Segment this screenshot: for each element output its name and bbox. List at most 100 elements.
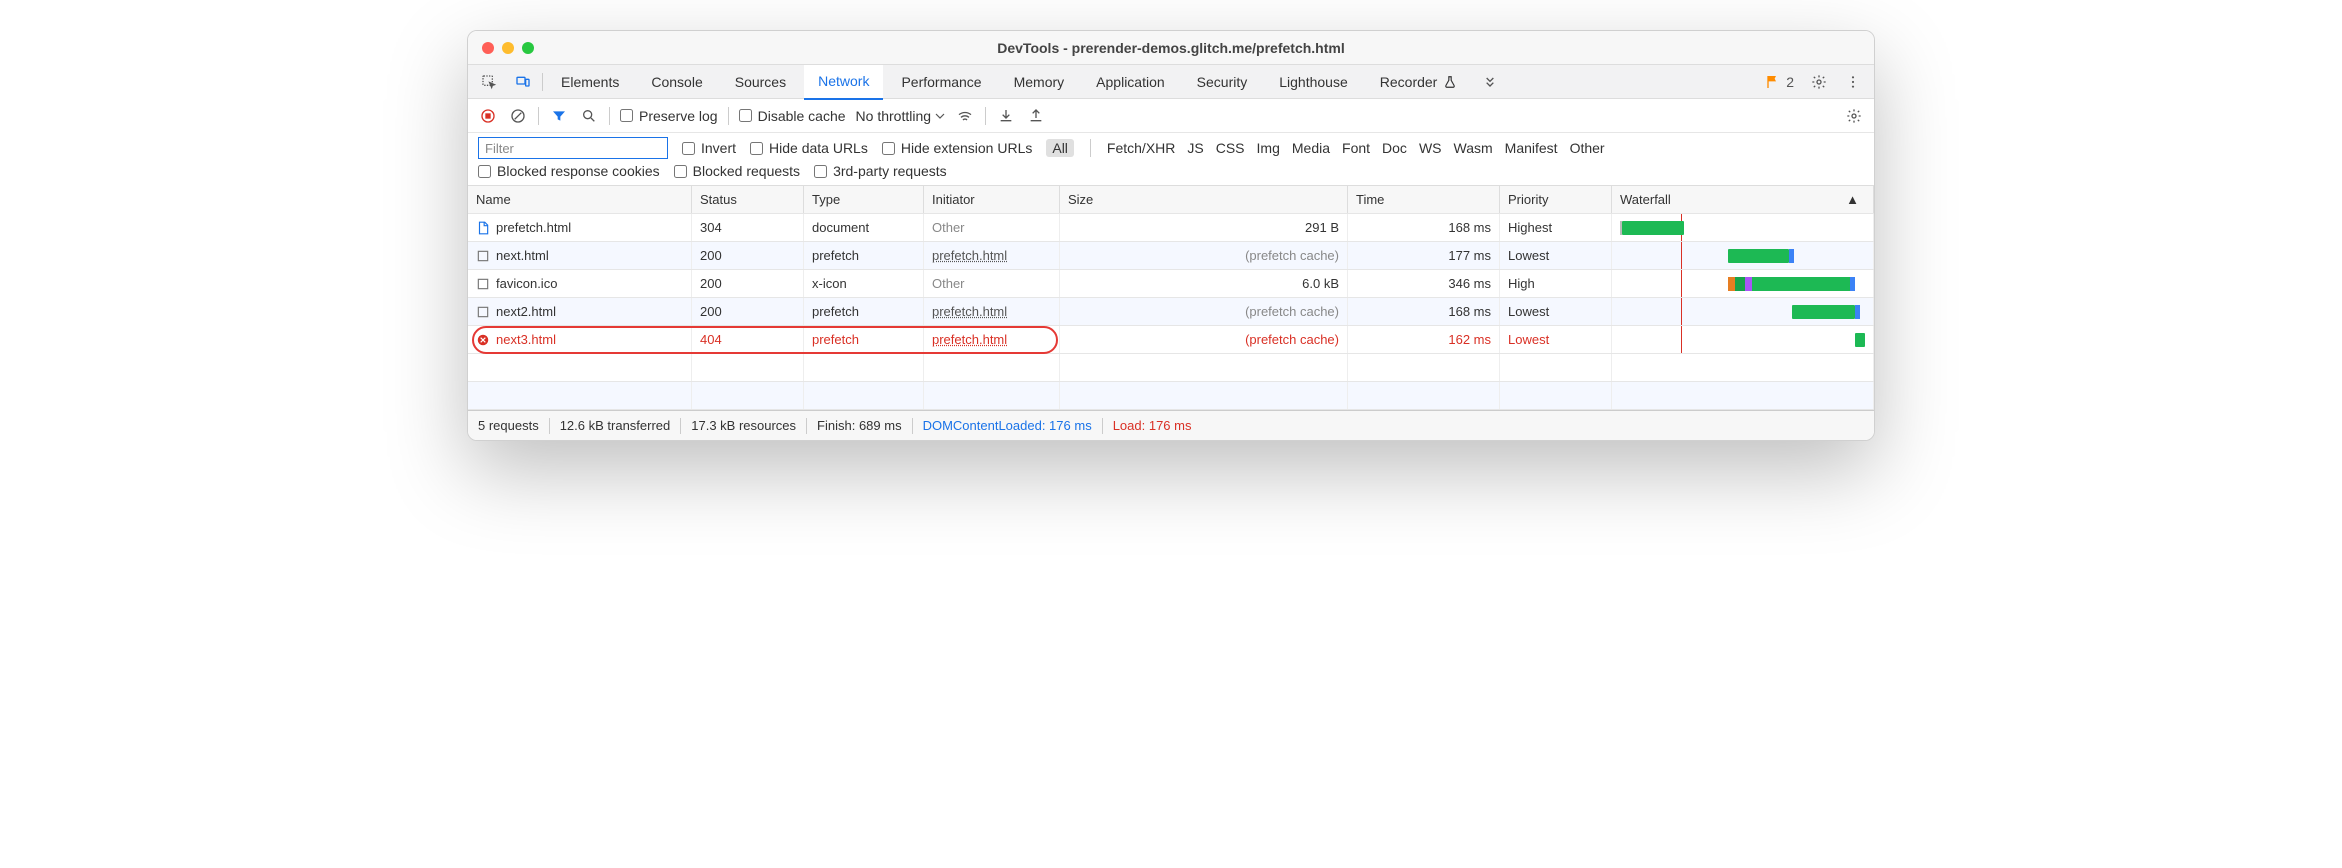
tab-network[interactable]: Network bbox=[804, 64, 883, 100]
network-table: Name Status Type Initiator Size Time Pri… bbox=[468, 186, 1874, 410]
filter-bar-2: Blocked response cookies Blocked request… bbox=[468, 163, 1874, 186]
request-initiator[interactable]: prefetch.html bbox=[924, 298, 1060, 325]
flask-icon bbox=[1443, 75, 1457, 89]
disable-cache-checkbox[interactable]: Disable cache bbox=[739, 108, 846, 124]
preserve-log-input[interactable] bbox=[620, 109, 633, 122]
settings-icon[interactable] bbox=[1804, 67, 1834, 97]
table-header: Name Status Type Initiator Size Time Pri… bbox=[468, 186, 1874, 214]
filter-type-js[interactable]: JS bbox=[1187, 140, 1203, 156]
disable-cache-input[interactable] bbox=[739, 109, 752, 122]
throttling-value: No throttling bbox=[856, 108, 931, 124]
col-waterfall[interactable]: Waterfall ▲ bbox=[1612, 186, 1874, 213]
filter-type-all[interactable]: All bbox=[1046, 139, 1074, 157]
divider bbox=[1090, 139, 1091, 157]
preserve-log-label: Preserve log bbox=[639, 108, 718, 124]
hide-ext-urls-input[interactable] bbox=[882, 142, 895, 155]
filter-type-wasm[interactable]: Wasm bbox=[1454, 140, 1493, 156]
finish-time: Finish: 689 ms bbox=[817, 418, 902, 433]
request-time: 168 ms bbox=[1348, 214, 1500, 241]
filter-type-doc[interactable]: Doc bbox=[1382, 140, 1407, 156]
device-toolbar-icon[interactable] bbox=[508, 67, 538, 97]
col-time[interactable]: Time bbox=[1348, 186, 1500, 213]
panel-tabs: Elements Console Sources Network Perform… bbox=[468, 65, 1874, 99]
request-time: 162 ms bbox=[1348, 326, 1500, 353]
window-title: DevTools - prerender-demos.glitch.me/pre… bbox=[468, 40, 1874, 56]
filter-type-img[interactable]: Img bbox=[1257, 140, 1280, 156]
tab-performance[interactable]: Performance bbox=[887, 65, 995, 99]
col-size[interactable]: Size bbox=[1060, 186, 1348, 213]
kebab-menu-icon[interactable] bbox=[1838, 67, 1868, 97]
third-party-checkbox[interactable]: 3rd-party requests bbox=[814, 163, 947, 179]
invert-checkbox[interactable]: Invert bbox=[682, 140, 736, 156]
request-status: 304 bbox=[692, 214, 804, 241]
preserve-log-checkbox[interactable]: Preserve log bbox=[620, 108, 718, 124]
tab-lighthouse[interactable]: Lighthouse bbox=[1265, 65, 1362, 99]
network-conditions-icon[interactable] bbox=[955, 106, 975, 126]
blocked-response-cookies-checkbox[interactable]: Blocked response cookies bbox=[478, 163, 660, 179]
filter-type-other[interactable]: Other bbox=[1570, 140, 1605, 156]
sort-asc-icon: ▲ bbox=[1846, 192, 1859, 207]
table-row[interactable]: favicon.ico200x-iconOther6.0 kB346 msHig… bbox=[468, 270, 1874, 298]
divider bbox=[728, 107, 729, 125]
network-settings-icon[interactable] bbox=[1844, 106, 1864, 126]
hide-data-urls-checkbox[interactable]: Hide data URLs bbox=[750, 140, 868, 156]
square-icon bbox=[476, 305, 490, 319]
square-icon bbox=[476, 277, 490, 291]
import-har-icon[interactable] bbox=[996, 106, 1016, 126]
more-tabs-icon[interactable] bbox=[1475, 67, 1505, 97]
col-priority[interactable]: Priority bbox=[1500, 186, 1612, 213]
hide-data-urls-input[interactable] bbox=[750, 142, 763, 155]
tab-elements[interactable]: Elements bbox=[547, 65, 633, 99]
request-waterfall bbox=[1612, 298, 1874, 325]
tab-application[interactable]: Application bbox=[1082, 65, 1179, 99]
blocked-requests-checkbox[interactable]: Blocked requests bbox=[674, 163, 800, 179]
square-icon bbox=[476, 249, 490, 263]
table-row[interactable]: prefetch.html304documentOther291 B168 ms… bbox=[468, 214, 1874, 242]
inspect-icon[interactable] bbox=[474, 67, 504, 97]
filter-type-ws[interactable]: WS bbox=[1419, 140, 1442, 156]
tab-recorder[interactable]: Recorder bbox=[1366, 65, 1472, 99]
filter-type-manifest[interactable]: Manifest bbox=[1505, 140, 1558, 156]
col-name[interactable]: Name bbox=[468, 186, 692, 213]
blocked-response-cookies-label: Blocked response cookies bbox=[497, 163, 660, 179]
filter-type-font[interactable]: Font bbox=[1342, 140, 1370, 156]
tab-security[interactable]: Security bbox=[1183, 65, 1262, 99]
filter-type-fetch[interactable]: Fetch/XHR bbox=[1107, 140, 1175, 156]
request-priority: Lowest bbox=[1500, 326, 1612, 353]
filter-input[interactable] bbox=[478, 137, 668, 159]
export-har-icon[interactable] bbox=[1026, 106, 1046, 126]
divider bbox=[912, 418, 913, 434]
filter-type-css[interactable]: CSS bbox=[1216, 140, 1245, 156]
throttling-select[interactable]: No throttling bbox=[856, 108, 945, 124]
col-status[interactable]: Status bbox=[692, 186, 804, 213]
tab-sources[interactable]: Sources bbox=[721, 65, 800, 99]
hide-data-urls-label: Hide data URLs bbox=[769, 140, 868, 156]
table-row[interactable]: next3.html404prefetchprefetch.html(prefe… bbox=[468, 326, 1874, 354]
third-party-input[interactable] bbox=[814, 165, 827, 178]
invert-input[interactable] bbox=[682, 142, 695, 155]
table-row[interactable]: next.html200prefetchprefetch.html(prefet… bbox=[468, 242, 1874, 270]
hide-ext-urls-checkbox[interactable]: Hide extension URLs bbox=[882, 140, 1033, 156]
record-button[interactable] bbox=[478, 106, 498, 126]
request-initiator[interactable]: prefetch.html bbox=[924, 242, 1060, 269]
request-initiator[interactable]: prefetch.html bbox=[924, 326, 1060, 353]
warnings-badge[interactable]: 2 bbox=[1760, 74, 1800, 90]
search-icon[interactable] bbox=[579, 106, 599, 126]
tab-console[interactable]: Console bbox=[637, 65, 716, 99]
devtools-window: DevTools - prerender-demos.glitch.me/pre… bbox=[467, 30, 1875, 441]
divider bbox=[538, 107, 539, 125]
tab-memory[interactable]: Memory bbox=[1000, 65, 1079, 99]
filter-type-media[interactable]: Media bbox=[1292, 140, 1330, 156]
col-type[interactable]: Type bbox=[804, 186, 924, 213]
request-name: next2.html bbox=[496, 304, 556, 319]
blocked-requests-input[interactable] bbox=[674, 165, 687, 178]
clear-button[interactable] bbox=[508, 106, 528, 126]
request-time: 168 ms bbox=[1348, 298, 1500, 325]
table-row[interactable]: next2.html200prefetchprefetch.html(prefe… bbox=[468, 298, 1874, 326]
resource-type-filters: All Fetch/XHR JS CSS Img Media Font Doc … bbox=[1046, 139, 1604, 157]
request-waterfall bbox=[1612, 214, 1874, 241]
col-initiator[interactable]: Initiator bbox=[924, 186, 1060, 213]
blocked-response-cookies-input[interactable] bbox=[478, 165, 491, 178]
filter-toggle-icon[interactable] bbox=[549, 106, 569, 126]
request-name: next3.html bbox=[496, 332, 556, 347]
